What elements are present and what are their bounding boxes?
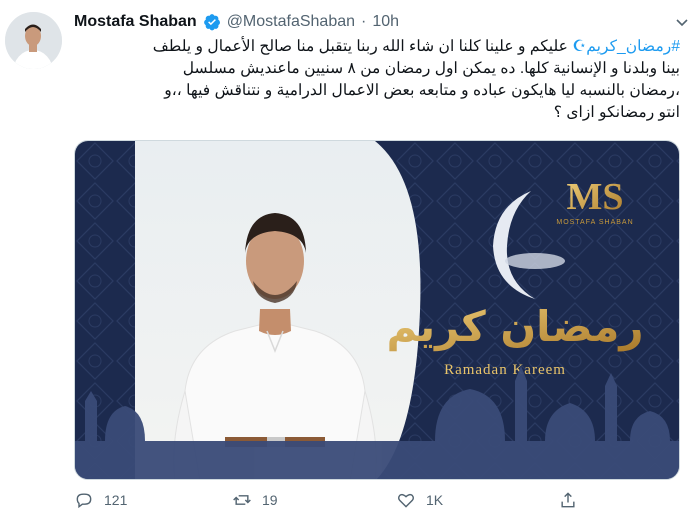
share-action[interactable] bbox=[558, 488, 578, 512]
logo-letters: MS bbox=[567, 176, 624, 218]
tweet-actions: 121 19 1K bbox=[74, 488, 634, 512]
reply-count: 121 bbox=[104, 492, 128, 508]
verified-badge-icon bbox=[203, 13, 221, 31]
like-icon bbox=[398, 493, 414, 508]
logo-name: MOSTAFA SHABAN bbox=[556, 219, 633, 226]
share-icon bbox=[561, 492, 575, 508]
tweet-line-1: #رمضان_كريم☪ عليكم و علينا كلنا ان شاء ا… bbox=[74, 36, 680, 58]
tweet-line-2: بينا وبلدنا و الإنسانية كلها. ده يمكن او… bbox=[182, 60, 680, 77]
retweet-icon bbox=[233, 495, 251, 505]
tweet-text: #رمضان_كريم☪ عليكم و علينا كلنا ان شاء ا… bbox=[74, 36, 680, 124]
tweet-text-1: عليكم و علينا كلنا ان شاء الله ربنا يتقب… bbox=[152, 38, 568, 55]
tweet: Mostafa Shaban @MostafaShaban · 10h #رمض… bbox=[0, 0, 700, 521]
like-count: 1K bbox=[426, 492, 444, 508]
tweet-line-4: انتو رمضانكو ازاى ؟ bbox=[553, 104, 680, 121]
hashtag[interactable]: #رمضان_كريم bbox=[586, 38, 680, 55]
retweet-action[interactable]: 19 bbox=[232, 488, 278, 512]
tweet-header: Mostafa Shaban @MostafaShaban · 10h bbox=[74, 10, 399, 34]
tweet-image[interactable]: MS MOSTAFA SHABAN رمضان كريم Ramadan Kar… bbox=[74, 140, 680, 480]
separator: · bbox=[361, 13, 367, 30]
ramadan-card: MS MOSTAFA SHABAN رمضان كريم Ramadan Kar… bbox=[75, 141, 679, 479]
english-greeting: Ramadan Kareem bbox=[444, 362, 566, 378]
avatar[interactable] bbox=[5, 12, 62, 69]
arabic-greeting: رمضان كريم bbox=[386, 302, 643, 352]
timestamp[interactable]: 10h bbox=[372, 13, 399, 31]
ms-logo: MS MOSTAFA SHABAN bbox=[556, 176, 633, 226]
cloud bbox=[505, 253, 565, 269]
author-name[interactable]: Mostafa Shaban bbox=[74, 13, 197, 31]
reply-action[interactable]: 121 bbox=[74, 488, 127, 512]
tweet-line-3: ،رمضان بالنسبه ليا هايكون عباده و متابعه… bbox=[164, 82, 680, 99]
retweet-count: 19 bbox=[262, 492, 278, 508]
author-handle[interactable]: @MostafaShaban bbox=[227, 13, 355, 31]
avatar-photo bbox=[5, 12, 62, 69]
ramadan-emoji-icon: ☪ bbox=[567, 38, 587, 55]
like-action[interactable]: 1K bbox=[396, 488, 443, 512]
reply-icon bbox=[76, 493, 92, 509]
caret-down-icon[interactable] bbox=[674, 14, 690, 30]
